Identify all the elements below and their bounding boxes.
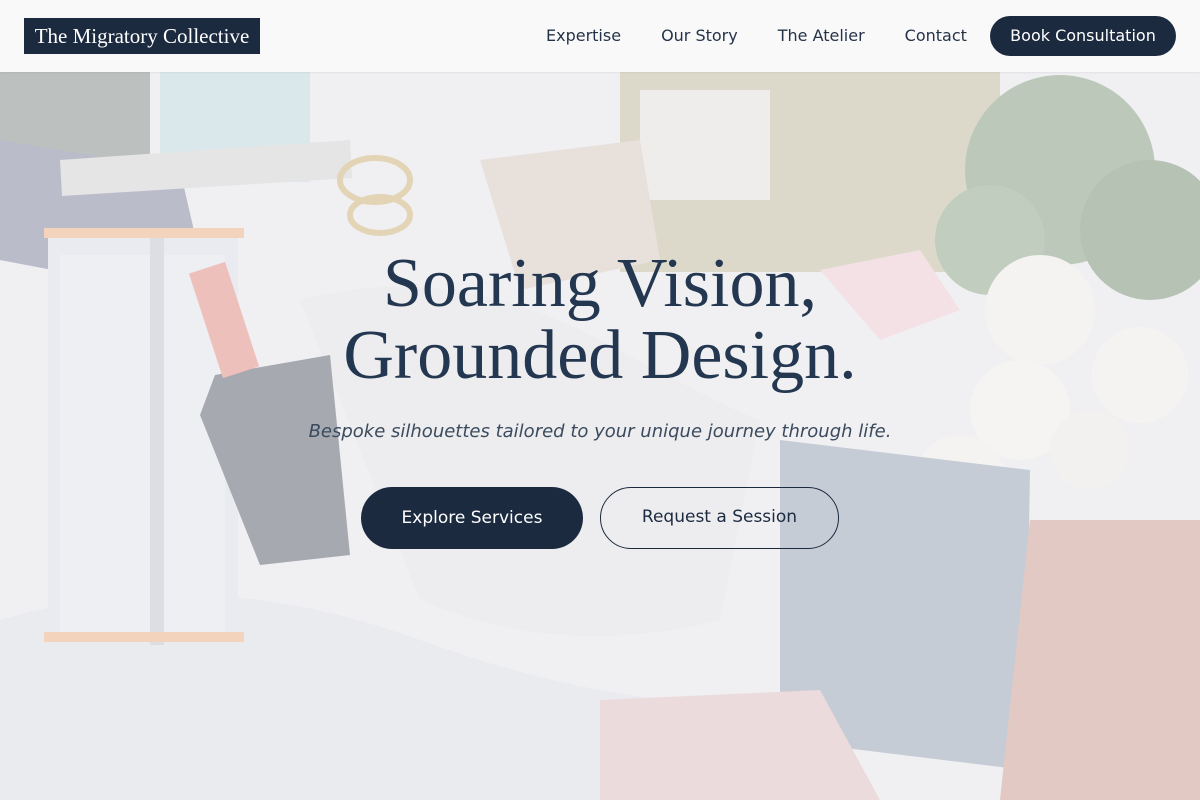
nav-links: Expertise Our Story The Atelier Contact (546, 0, 1007, 72)
explore-services-button[interactable]: Explore Services (361, 487, 583, 549)
hero-title-line-1: Soaring Vision, (383, 245, 817, 322)
book-consultation-button[interactable]: Book Consultation (990, 16, 1176, 56)
nav-link-our-story[interactable]: Our Story (661, 0, 738, 72)
nav-link-the-atelier[interactable]: The Atelier (778, 0, 865, 72)
hero-overlay (0, 0, 1200, 800)
hero-title: Soaring Vision, Grounded Design. (0, 248, 1200, 392)
request-session-button[interactable]: Request a Session (600, 487, 839, 549)
hero-subtitle: Bespoke silhouettes tailored to your uni… (308, 421, 892, 442)
nav-link-contact[interactable]: Contact (905, 0, 967, 72)
nav-link-expertise[interactable]: Expertise (546, 0, 621, 72)
top-navigation-bar: The Migratory Collective Expertise Our S… (0, 0, 1200, 72)
brand-logo[interactable]: The Migratory Collective (24, 18, 260, 54)
hero-title-line-2: Grounded Design. (343, 317, 857, 394)
